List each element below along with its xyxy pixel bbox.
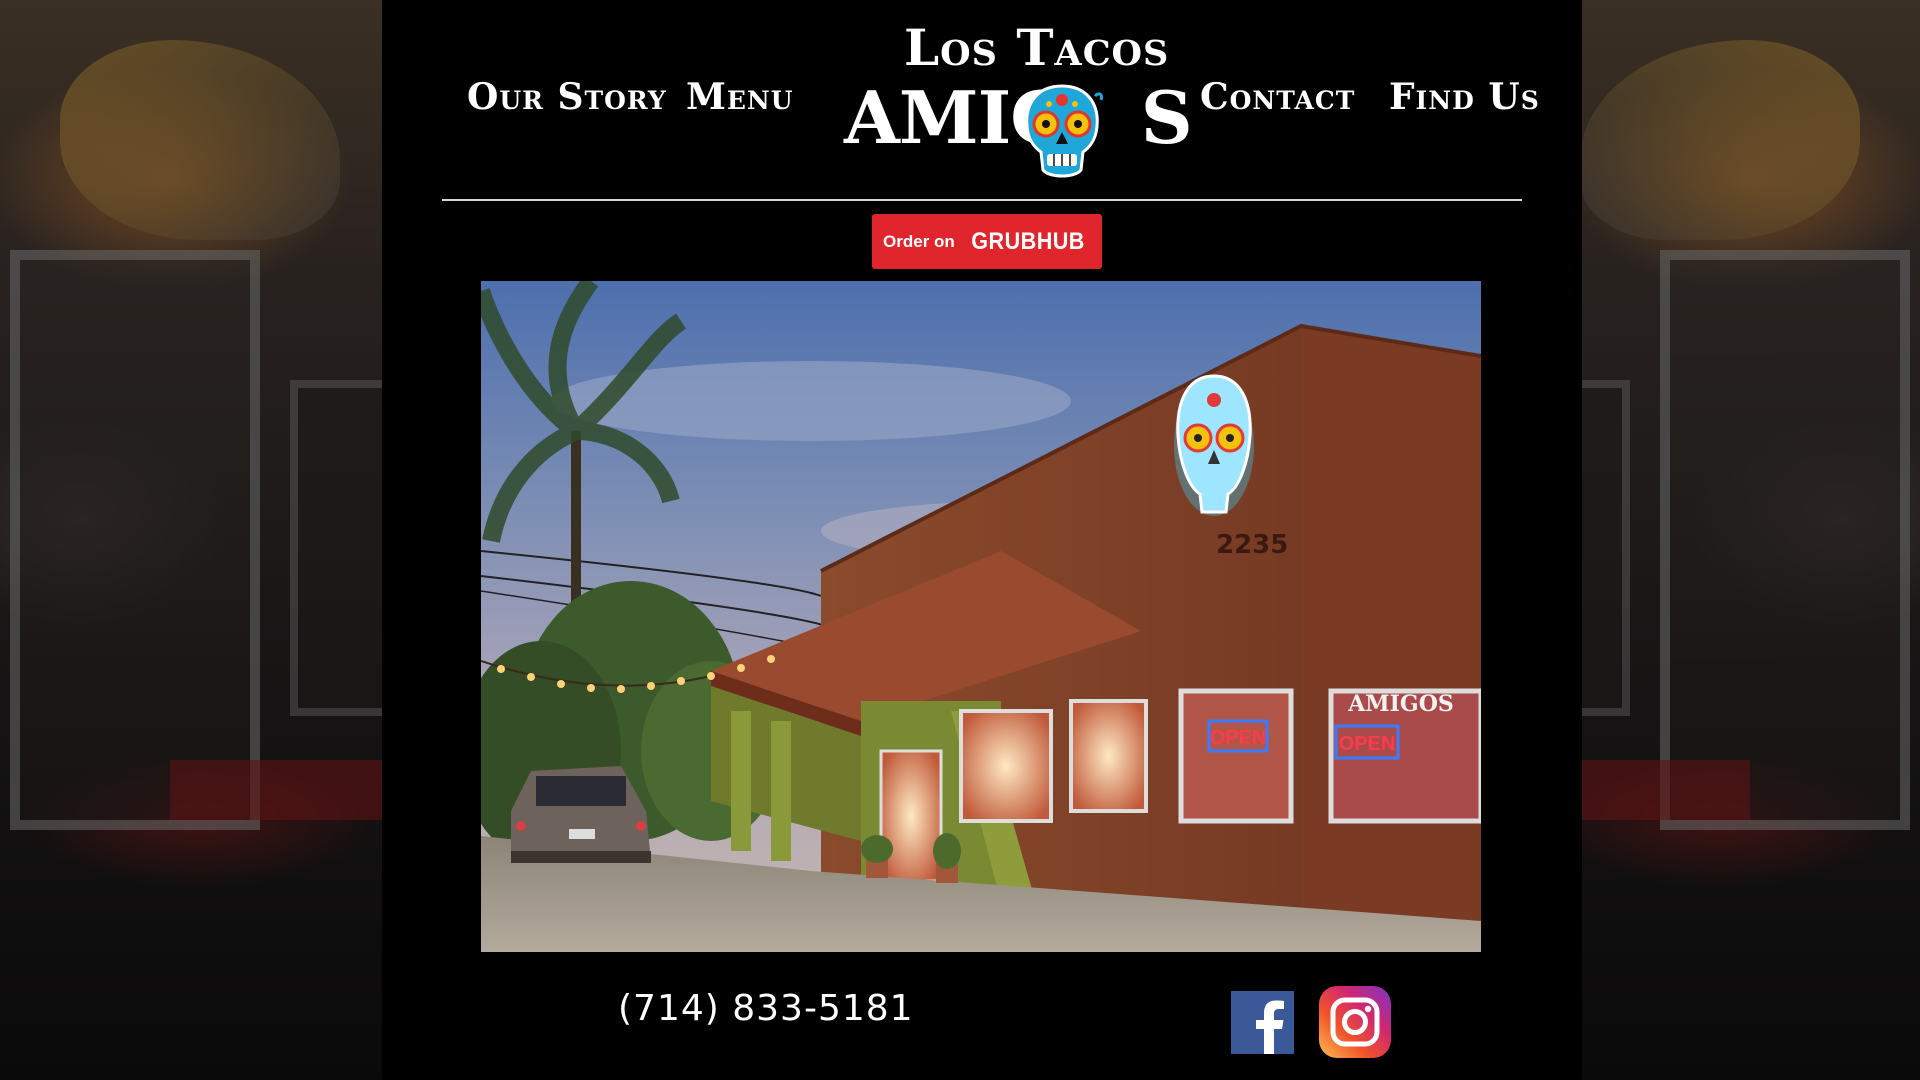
background-mural bbox=[60, 40, 340, 240]
address-number: 2235 bbox=[1216, 530, 1288, 560]
order-on-grubhub-button[interactable]: Order on GRUBHUB bbox=[872, 214, 1102, 269]
open-sign-text: OPEN bbox=[1339, 733, 1396, 755]
phone-number[interactable]: (714) 833-5181 bbox=[618, 985, 914, 1033]
nav-contact[interactable]: Contact bbox=[1200, 73, 1355, 121]
nav-menu[interactable]: Menu bbox=[686, 73, 794, 121]
background-right bbox=[1582, 0, 1920, 1080]
window-logo-text: AMIGOS bbox=[1347, 691, 1454, 717]
background-window bbox=[1660, 250, 1910, 830]
nav-our-story[interactable]: Our Story bbox=[467, 73, 667, 121]
background-left bbox=[0, 0, 382, 1080]
storefront-photo: OPEN OPEN AMIGOS 2235 bbox=[481, 281, 1481, 952]
facebook-icon[interactable] bbox=[1231, 991, 1294, 1054]
grubhub-order-label: Order on bbox=[883, 231, 955, 251]
nav-find-us[interactable]: Find Us bbox=[1389, 73, 1540, 121]
storefront-illustration: OPEN OPEN AMIGOS 2235 bbox=[481, 281, 1481, 952]
logo-text-amigos: AMIG S bbox=[844, 70, 1193, 166]
background-window bbox=[1582, 380, 1630, 716]
open-sign-text: OPEN bbox=[1210, 727, 1267, 749]
background-table bbox=[170, 760, 382, 820]
background-window bbox=[290, 380, 382, 716]
neon-skull-sign bbox=[1174, 374, 1254, 516]
logo-text-los-tacos: Los Tacos bbox=[904, 18, 1170, 77]
site-logo[interactable]: Los Tacos AMIG S bbox=[844, 18, 1193, 183]
background-table bbox=[1582, 760, 1750, 820]
background-mural bbox=[1582, 40, 1860, 240]
sugar-skull-icon bbox=[1025, 84, 1103, 178]
background-window bbox=[10, 250, 260, 830]
main-panel: Our Story Menu Los Tacos AMIG S Contact F… bbox=[382, 0, 1582, 1080]
instagram-icon[interactable] bbox=[1319, 986, 1391, 1058]
grubhub-logo-text: GRUBHUB bbox=[971, 227, 1085, 255]
logo-text-s: S bbox=[1140, 75, 1193, 160]
header-divider bbox=[442, 199, 1522, 201]
